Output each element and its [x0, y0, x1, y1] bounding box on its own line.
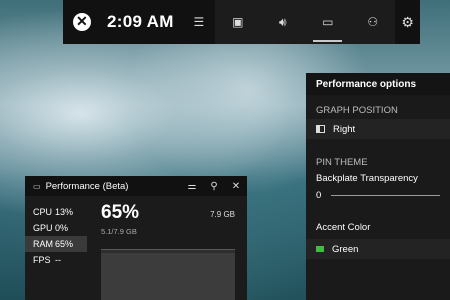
options-icon[interactable]: ⚌ — [181, 181, 203, 192]
widget-bar: ▣ 🔊︎ ▭ ⚇ — [215, 0, 396, 44]
stat-value: 0% — [55, 223, 69, 233]
performance-widget: ▭ Performance (Beta) ⚌ ⚲ ✕ CPU 13% GPU 0… — [25, 176, 247, 300]
stat-label: GPU — [33, 223, 53, 233]
backplate-transparency-slider[interactable]: 0 — [306, 184, 450, 206]
game-bar-home: 2:09 AM — [63, 0, 187, 44]
accent-color-select[interactable]: Green — [306, 239, 450, 259]
capture-icon[interactable]: ▣ — [215, 0, 260, 44]
usage-graph-fill — [101, 253, 235, 300]
stat-label: CPU — [33, 207, 53, 217]
graph-position-value: Right — [333, 123, 356, 135]
stat-ram[interactable]: RAM 65% — [25, 236, 87, 252]
audio-icon[interactable]: 🔊︎ — [260, 0, 305, 44]
backplate-transparency-label: Backplate Transparency — [316, 173, 418, 184]
slider-track[interactable] — [331, 194, 440, 196]
stat-value: 13% — [55, 207, 74, 217]
accent-color-value: Green — [332, 243, 359, 255]
pin-theme-heading: PIN THEME — [316, 157, 368, 168]
close-icon[interactable]: ✕ — [225, 181, 247, 192]
selected-stat-detail: 65% 7.9 GB 5.1/7.9 GB — [87, 196, 247, 300]
stat-value: 65% — [55, 239, 74, 249]
performance-options-panel: Performance options GRAPH POSITION Right… — [306, 73, 450, 300]
accent-color-swatch — [316, 246, 324, 252]
monitor-icon: ▭ — [33, 181, 41, 191]
gear-icon[interactable]: ⚙ — [395, 0, 420, 44]
stat-cpu[interactable]: CPU 13% — [25, 204, 87, 220]
graph-position-icon — [316, 125, 325, 133]
performance-widget-header[interactable]: ▭ Performance (Beta) ⚌ ⚲ ✕ — [25, 176, 247, 196]
xbox-logo-icon[interactable] — [73, 13, 91, 31]
clock: 2:09 AM — [107, 12, 174, 31]
stat-label: FPS — [33, 255, 51, 265]
memory-used: 5.1/7.9 GB — [101, 227, 137, 236]
memory-total: 7.9 GB — [210, 210, 235, 219]
menu-icon[interactable]: ☰ — [187, 0, 212, 44]
accent-color-label: Accent Color — [316, 222, 371, 233]
pin-icon[interactable]: ⚲ — [203, 181, 225, 192]
graph-position-select[interactable]: Right — [306, 119, 450, 139]
performance-options-title: Performance options — [306, 73, 450, 95]
performance-widget-title: Performance (Beta) — [45, 180, 129, 192]
usage-graph — [101, 249, 235, 300]
stat-value: -- — [55, 255, 61, 265]
game-bar: 2:09 AM ☰ ▣ 🔊︎ ▭ ⚇ ⚙ — [63, 0, 420, 44]
social-icon[interactable]: ⚇ — [350, 0, 395, 44]
stat-gpu[interactable]: GPU 0% — [25, 220, 87, 236]
backplate-transparency-value: 0 — [316, 189, 322, 201]
stat-label: RAM — [33, 239, 53, 249]
stat-fps[interactable]: FPS -- — [25, 252, 87, 268]
graph-position-heading: GRAPH POSITION — [316, 105, 398, 116]
performance-icon[interactable]: ▭ — [305, 0, 350, 44]
stats-list: CPU 13% GPU 0% RAM 65% FPS -- — [25, 196, 87, 300]
